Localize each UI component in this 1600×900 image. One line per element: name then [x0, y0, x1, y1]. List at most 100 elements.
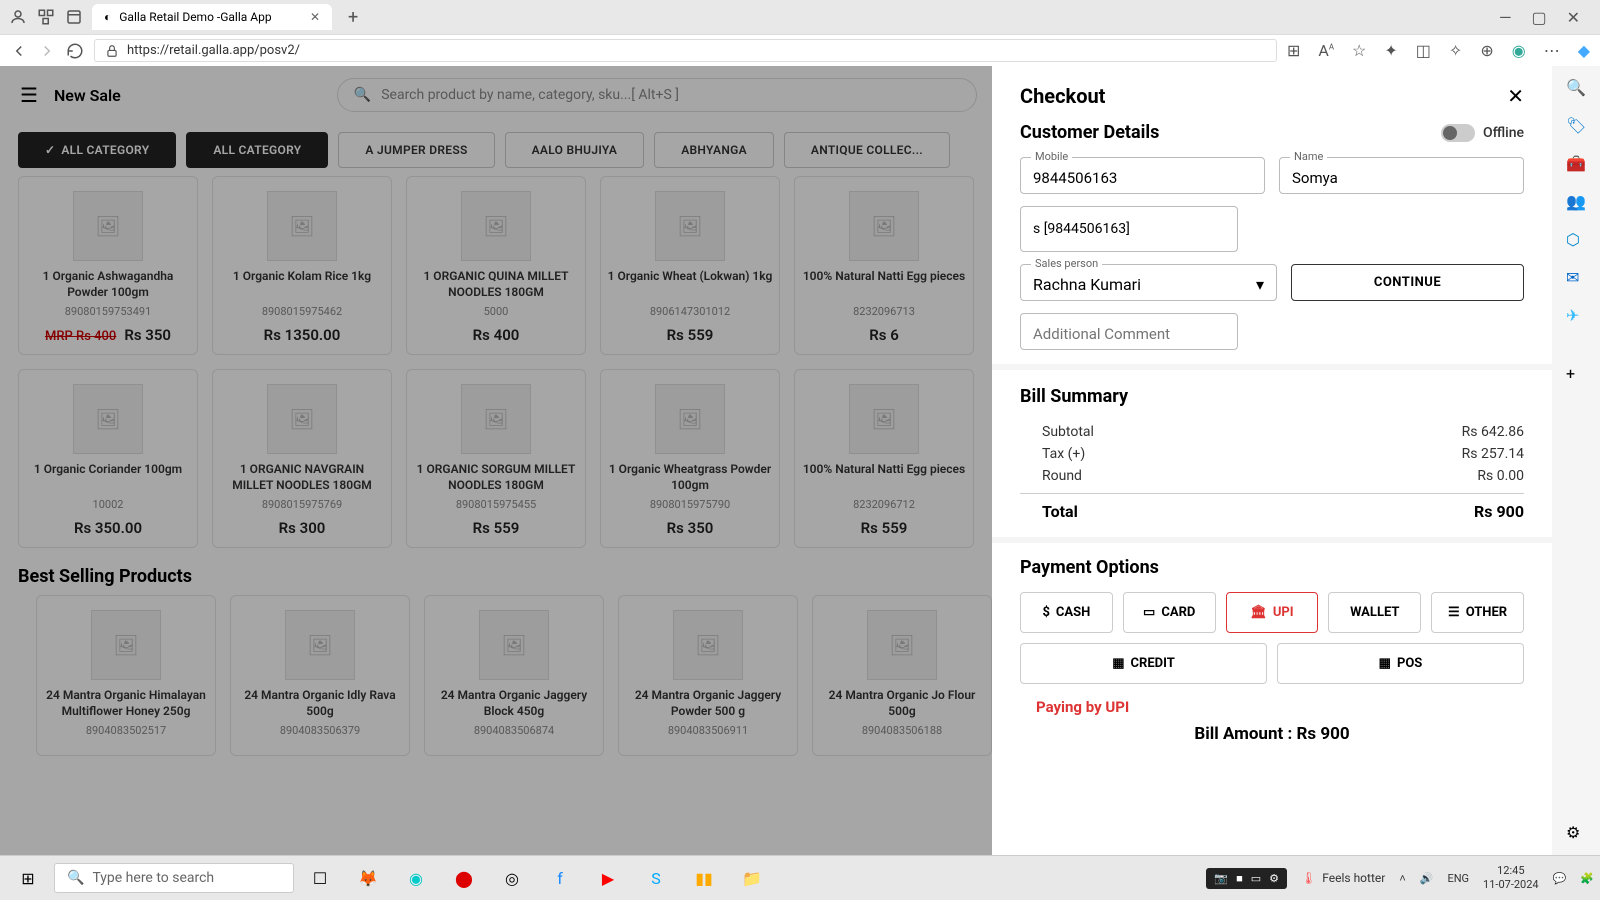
- copilot-icon[interactable]: ◆: [1578, 41, 1590, 60]
- favorites-icon[interactable]: ✧: [1449, 41, 1462, 60]
- taskbar: ⊞ 🔍 Type here to search ☐ 🦊 ◉ ⬤ ◎ f ▶ S …: [0, 855, 1600, 900]
- speaker-icon[interactable]: 🔊: [1420, 872, 1434, 885]
- explorer-icon[interactable]: 📁: [730, 860, 774, 896]
- bank-icon: 🏛: [1250, 605, 1267, 620]
- url-text: https://retail.galla.app/posv2/: [127, 43, 300, 58]
- edge-sidebar: 🔍 🏷 🧰 👥 ⬡ ✉ ✈ + ⚙: [1552, 66, 1600, 855]
- profile-icon[interactable]: [8, 7, 28, 27]
- collections-icon[interactable]: ⊕: [1480, 41, 1493, 60]
- outlook-icon[interactable]: ✉: [1566, 268, 1586, 288]
- payment-grid: $CASH ▭CARD 🏛UPI WALLET ☰OTHER: [1020, 592, 1524, 633]
- youtube-icon[interactable]: ▶: [586, 860, 630, 896]
- grammarly-icon[interactable]: ◉: [1512, 41, 1526, 60]
- offline-toggle[interactable]: Offline: [1441, 124, 1524, 142]
- url-input[interactable]: https://retail.galla.app/posv2/: [94, 39, 1277, 62]
- tray-expand-icon[interactable]: ˄: [1399, 872, 1405, 885]
- app-icon[interactable]: ▮▮: [682, 860, 726, 896]
- sales-person-select[interactable]: Sales person Rachna Kumari ▾: [1020, 264, 1277, 301]
- camera-icon: 📷: [1214, 872, 1228, 885]
- reader-icon[interactable]: AA: [1318, 41, 1334, 60]
- facebook-icon[interactable]: f: [538, 860, 582, 896]
- office-icon[interactable]: ⬡: [1566, 230, 1586, 250]
- dollar-icon: $: [1042, 605, 1049, 620]
- start-icon[interactable]: ⊞: [6, 860, 50, 896]
- send-icon[interactable]: ✈: [1566, 306, 1586, 326]
- name-field[interactable]: Name: [1279, 157, 1524, 194]
- payment-grid-2: ▦CREDIT ▦POS: [1020, 643, 1524, 684]
- app-icon[interactable]: ⊞: [1287, 41, 1300, 60]
- refresh-icon[interactable]: [66, 42, 84, 60]
- minimize-icon[interactable]: —: [1499, 8, 1512, 27]
- thermometer-icon: 🌡: [1301, 871, 1316, 885]
- shopping-icon[interactable]: 🏷: [1566, 116, 1586, 136]
- jigsaw-icon[interactable]: 🧩: [1580, 872, 1594, 885]
- clock[interactable]: 12:45 11-07-2024: [1483, 864, 1539, 893]
- paying-by-label: Paying by UPI: [1020, 698, 1524, 716]
- notifications-icon[interactable]: 💬: [1553, 872, 1567, 885]
- settings-sidebar-icon[interactable]: ⚙: [1566, 823, 1586, 843]
- mic-icon: ▭: [1251, 872, 1261, 885]
- forward-icon: [38, 42, 56, 60]
- plus-sidebar-icon[interactable]: +: [1566, 364, 1586, 384]
- close-window-icon[interactable]: ✕: [1567, 8, 1580, 27]
- mobile-input[interactable]: [1033, 169, 1252, 187]
- pay-card-button[interactable]: ▭CARD: [1123, 592, 1216, 633]
- mobile-field[interactable]: Mobile: [1020, 157, 1265, 194]
- bill-summary: Bill Summary SubtotalRs 642.86 Tax (+)Rs…: [992, 364, 1552, 543]
- pay-other-button[interactable]: ☰OTHER: [1431, 592, 1524, 633]
- pay-pos-button[interactable]: ▦POS: [1277, 643, 1524, 684]
- tab-actions-icon[interactable]: [64, 7, 84, 27]
- edge-icon[interactable]: ◉: [394, 860, 438, 896]
- mobile-suggest[interactable]: s [9844506163]: [1020, 206, 1238, 252]
- name-input[interactable]: [1292, 169, 1511, 187]
- gear-icon: ⚙: [1269, 872, 1279, 885]
- taskbar-right: 📷 ■ ▭ ⚙ 🌡 Feels hotter ˄ 🔊 ENG 12:45 11-…: [1206, 864, 1594, 893]
- chevron-down-icon: ▾: [1256, 275, 1264, 294]
- sales-person-value: Rachna Kumari: [1033, 275, 1141, 294]
- tab-close-icon[interactable]: ✕: [310, 10, 320, 24]
- new-tab-button[interactable]: +: [340, 7, 366, 28]
- comment-input[interactable]: [1033, 325, 1225, 343]
- pay-cash-button[interactable]: $CASH: [1020, 592, 1113, 633]
- tab-title: Galla Retail Demo -Galla App: [119, 10, 271, 24]
- checkout-header: Checkout ✕: [1020, 84, 1524, 108]
- comment-field[interactable]: [1020, 313, 1238, 350]
- payment-options-label: Payment Options: [1020, 557, 1524, 578]
- taskbar-search[interactable]: 🔍 Type here to search: [54, 863, 294, 893]
- back-icon[interactable]: [10, 42, 28, 60]
- menu-icon[interactable]: ⋯: [1544, 41, 1560, 60]
- weather[interactable]: 🌡 Feels hotter: [1301, 871, 1385, 885]
- extensions-icon[interactable]: ✦: [1384, 41, 1397, 60]
- skype-icon[interactable]: S: [634, 860, 678, 896]
- record-icon[interactable]: ⬤: [442, 860, 486, 896]
- maximize-icon[interactable]: ▢: [1531, 8, 1546, 27]
- tray-block[interactable]: 📷 ■ ▭ ⚙: [1206, 868, 1287, 889]
- checkout-panel: Checkout ✕ Customer Details Offline Mobi…: [992, 66, 1552, 855]
- address-bar: https://retail.galla.app/posv2/ ⊞ AA ☆ ✦…: [0, 34, 1600, 66]
- toggle-icon[interactable]: [1441, 124, 1475, 142]
- pay-upi-button[interactable]: 🏛UPI: [1226, 592, 1319, 633]
- workspaces-icon[interactable]: [36, 7, 56, 27]
- pos-icon: ▦: [1379, 656, 1391, 671]
- search-sidebar-icon[interactable]: 🔍: [1566, 78, 1586, 98]
- chrome-icon[interactable]: ◎: [490, 860, 534, 896]
- content-area: ☰ New Sale 🔍 Search product by name, cat…: [0, 66, 1600, 855]
- search-icon: 🔍: [67, 870, 84, 886]
- split-icon[interactable]: ◫: [1416, 41, 1431, 60]
- star-icon[interactable]: ☆: [1352, 41, 1366, 60]
- checkout-title: Checkout: [1020, 84, 1105, 108]
- checkout-close-icon[interactable]: ✕: [1507, 84, 1524, 108]
- firefox-icon[interactable]: 🦊: [346, 860, 390, 896]
- pos-main: ☰ New Sale 🔍 Search product by name, cat…: [0, 66, 1552, 855]
- window-controls: — ▢ ✕: [1499, 8, 1592, 27]
- tab-favicon-icon: ◐: [104, 10, 111, 24]
- task-view-icon[interactable]: ☐: [298, 860, 342, 896]
- continue-button[interactable]: CONTINUE: [1291, 264, 1524, 301]
- people-icon[interactable]: 👥: [1566, 192, 1586, 212]
- pay-wallet-button[interactable]: WALLET: [1328, 592, 1421, 633]
- pay-credit-button[interactable]: ▦CREDIT: [1020, 643, 1267, 684]
- browser-tab[interactable]: ◐ Galla Retail Demo -Galla App ✕: [92, 4, 332, 30]
- lang-indicator[interactable]: ENG: [1447, 872, 1469, 885]
- lock-icon: [105, 44, 119, 58]
- tools-icon[interactable]: 🧰: [1566, 154, 1586, 174]
